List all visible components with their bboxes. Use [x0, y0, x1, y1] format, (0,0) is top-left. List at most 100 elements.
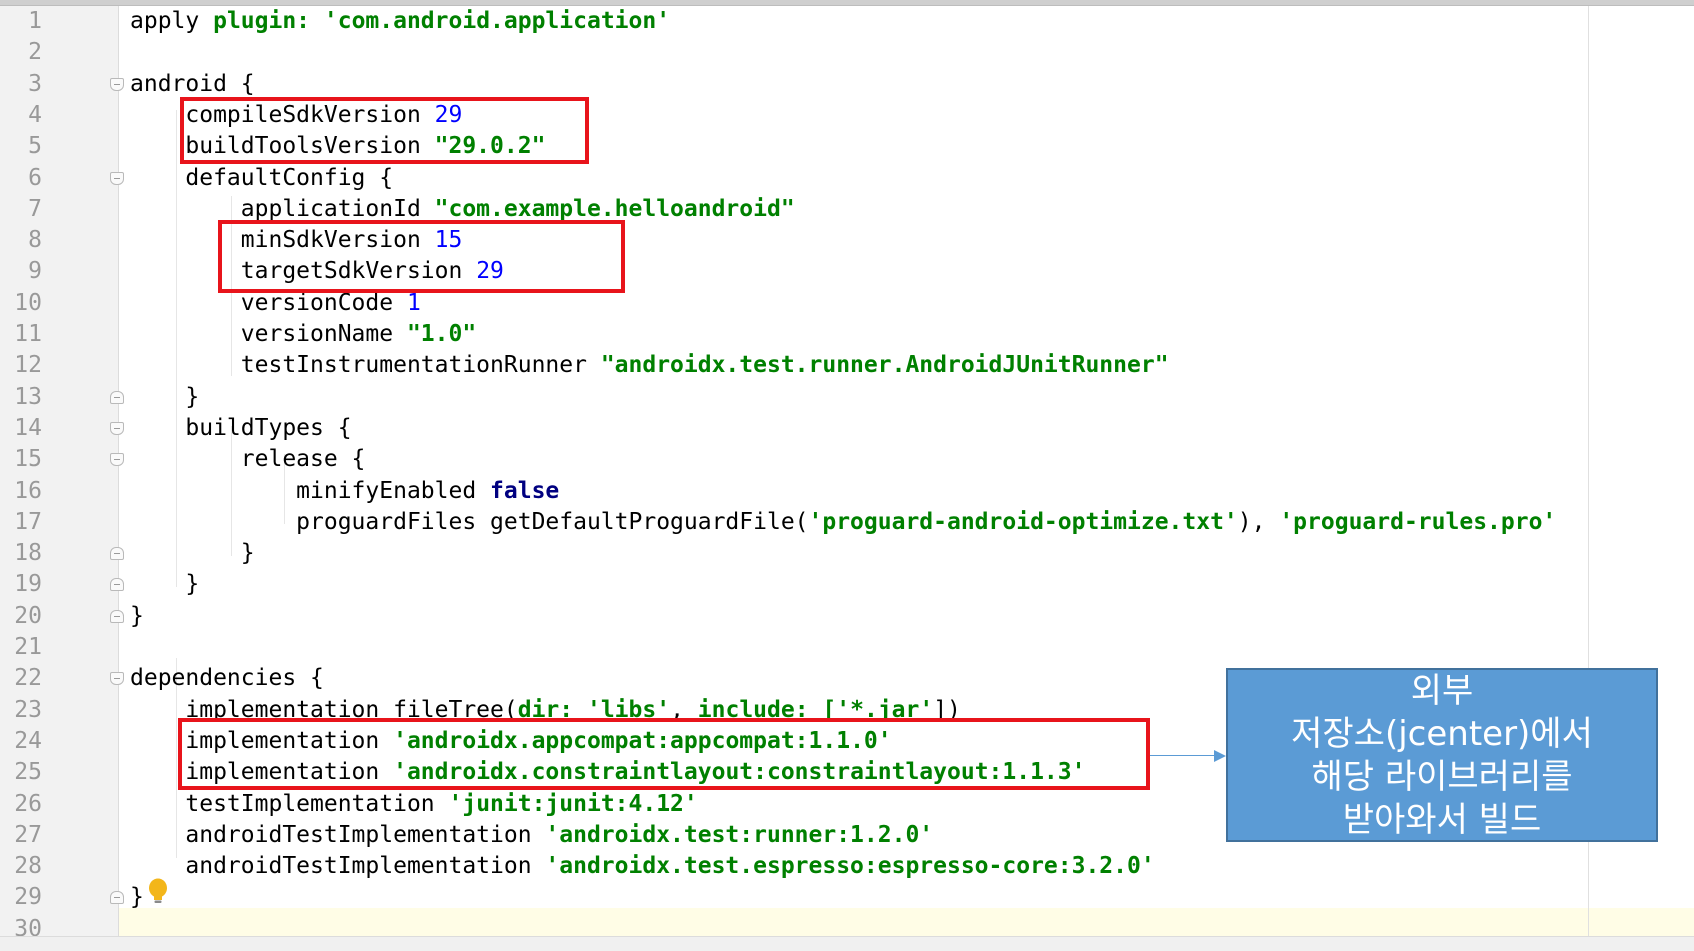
code-token: androidTestImplementation [130, 853, 546, 880]
line-number: 8 [28, 227, 42, 254]
fold-collapse-icon[interactable] [110, 609, 124, 623]
code-token: testImplementation [130, 790, 449, 817]
fold-collapse-icon[interactable] [110, 547, 124, 561]
line-number: 15 [14, 446, 42, 473]
fold-collapse-icon[interactable] [110, 578, 124, 592]
code-token: } [130, 884, 144, 911]
line-number: 4 [28, 101, 42, 128]
code-token: defaultConfig { [130, 164, 394, 191]
line-number: 11 [14, 321, 42, 347]
code-line[interactable]: defaultConfig { [130, 163, 393, 194]
line-number: 1 [28, 8, 42, 34]
line-number: 28 [14, 853, 42, 880]
code-token: release { [130, 446, 366, 473]
line-number: 6 [28, 164, 42, 191]
code-token: buildTypes { [130, 414, 352, 441]
code-line[interactable]: } [130, 882, 144, 913]
line-number: 10 [14, 289, 42, 316]
highlight-box-sdk-versions [180, 97, 589, 164]
line-number: 29 [14, 884, 42, 911]
line-number: 24 [14, 727, 42, 754]
code-token: } [130, 540, 255, 567]
code-token: testInstrumentationRunner [130, 352, 601, 379]
code-token: false [490, 477, 560, 504]
line-number: 3 [28, 70, 42, 97]
callout-note: 외부 저장소(jcenter)에서 해당 라이브러리를 받아와서 빌드 [1226, 668, 1658, 842]
code-line[interactable]: release { [130, 444, 366, 475]
code-line[interactable]: versionName "1.0" [130, 319, 476, 350]
code-token: androidTestImplementation [130, 821, 546, 848]
line-number: 22 [14, 665, 42, 692]
code-line[interactable]: } [130, 382, 199, 413]
code-line[interactable]: minifyEnabled false [130, 476, 559, 507]
highlight-box-implementation-deps [178, 718, 1150, 790]
line-number: 25 [14, 759, 42, 786]
code-line[interactable]: android { [130, 69, 255, 100]
code-token: "androidx.test.runner.AndroidJUnitRunner… [600, 352, 1169, 379]
highlight-box-min-target-sdk [218, 220, 625, 293]
code-token: versionName [130, 321, 407, 347]
line-number: 26 [14, 790, 42, 817]
callout-arrow-head [1214, 750, 1226, 762]
code-token: applicationId [130, 195, 435, 222]
code-token: 'androidx.test:runner:1.2.0' [545, 821, 934, 848]
callout-line-3: 해당 라이브러리를 [1311, 757, 1573, 797]
code-token: minifyEnabled [130, 477, 491, 504]
code-token: dependencies { [130, 665, 324, 692]
fold-expand-icon[interactable] [110, 77, 124, 91]
line-number: 9 [28, 258, 42, 285]
code-line[interactable]: } [130, 569, 199, 600]
fold-collapse-icon[interactable] [110, 891, 124, 905]
code-token: } [130, 383, 200, 410]
code-token: android { [130, 70, 255, 97]
line-number: 18 [14, 540, 42, 567]
code-line[interactable]: androidTestImplementation 'androidx.test… [130, 820, 933, 851]
lightbulb-icon[interactable] [147, 878, 169, 904]
editor-bottom-bar [0, 936, 1694, 951]
callout-line-4: 받아와서 빌드 [1342, 800, 1542, 840]
line-number: 27 [14, 821, 42, 848]
code-line[interactable]: testImplementation 'junit:junit:4.12' [130, 789, 698, 820]
line-number-gutter[interactable]: 1 2 3 4 5 6 7 8 9 10 11 12 13 14 15 16 17 18 19 20 21 22 23 24 2… [0, 6, 119, 942]
line-number: 23 [14, 696, 42, 723]
code-token: } [130, 602, 144, 629]
code-token: 'proguard-rules.pro' [1279, 508, 1557, 535]
code-token: apply [130, 8, 214, 34]
fold-collapse-icon[interactable] [110, 390, 124, 404]
code-line[interactable]: apply plugin: 'com.android.application' [130, 6, 670, 37]
fold-expand-icon[interactable] [110, 672, 124, 686]
line-number: 17 [14, 508, 42, 535]
line-number: 2 [28, 39, 42, 66]
callout-connector-line [1150, 755, 1218, 756]
line-number: 7 [28, 195, 42, 222]
callout-line-2: 저장소(jcenter)에서 [1291, 714, 1593, 754]
line-number: 16 [14, 477, 42, 504]
code-token: 'proguard-android-optimize.txt' [808, 508, 1238, 535]
callout-line-1: 외부 [1410, 671, 1474, 711]
code-line[interactable]: dependencies { [130, 663, 324, 694]
code-token: proguardFiles getDefaultProguardFile( [130, 508, 809, 535]
code-token: 'junit:junit:4.12' [448, 790, 698, 817]
line-number: 20 [14, 602, 42, 629]
code-token: versionCode [130, 289, 407, 316]
code-token: ), [1237, 508, 1280, 535]
code-token: 'androidx.test.espresso:espresso-core:3.… [545, 853, 1155, 880]
code-token: plugin: [213, 8, 324, 34]
line-number: 14 [14, 414, 42, 441]
line-number: 12 [14, 352, 42, 379]
code-line[interactable]: androidTestImplementation 'androidx.test… [130, 851, 1155, 882]
line-number: 21 [14, 634, 42, 660]
code-token: "com.example.helloandroid" [434, 195, 795, 222]
line-number: 5 [28, 133, 42, 160]
code-token: 'com.android.application' [323, 8, 671, 34]
fold-expand-icon[interactable] [110, 171, 124, 185]
code-line[interactable]: testInstrumentationRunner "androidx.test… [130, 350, 1169, 381]
line-number: 13 [14, 383, 42, 410]
code-token: "1.0" [406, 321, 477, 347]
code-line[interactable]: buildTypes { [130, 413, 352, 444]
code-line[interactable]: } [130, 601, 144, 632]
code-line[interactable]: proguardFiles getDefaultProguardFile('pr… [130, 507, 1556, 538]
code-line[interactable]: } [130, 538, 255, 569]
fold-expand-icon[interactable] [110, 453, 124, 467]
fold-expand-icon[interactable] [110, 421, 124, 435]
